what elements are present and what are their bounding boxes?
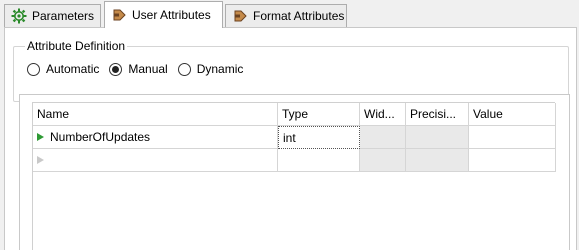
new-row-indicator-icon bbox=[37, 156, 44, 164]
attribute-name-cell[interactable] bbox=[33, 149, 278, 172]
attribute-type-value: int bbox=[283, 130, 296, 145]
column-header-type[interactable]: Type bbox=[278, 103, 360, 126]
attribute-icon bbox=[232, 8, 248, 24]
radio-automatic[interactable]: Automatic bbox=[27, 62, 99, 76]
table-row-new bbox=[33, 149, 556, 172]
tab-bar: Parameters User Attributes Format Attrib… bbox=[0, 0, 579, 28]
table-header-row: Name Type Wid... Precisi... Value bbox=[33, 103, 556, 126]
column-header-value[interactable]: Value bbox=[469, 103, 556, 126]
radio-dynamic-label: Dynamic bbox=[196, 62, 244, 76]
user-attributes-panel: Attribute Definition Automatic Manual Dy… bbox=[4, 27, 577, 250]
attribute-icon bbox=[111, 7, 127, 23]
tab-parameters[interactable]: Parameters bbox=[4, 4, 101, 27]
attribute-name-cell[interactable]: NumberOfUpdates bbox=[33, 126, 278, 149]
attributes-table: Name Type Wid... Precisi... Value Number… bbox=[32, 102, 556, 250]
attribute-type-cell[interactable] bbox=[278, 149, 360, 172]
attribute-definition-legend: Attribute Definition bbox=[25, 39, 128, 53]
attribute-value-cell[interactable] bbox=[469, 126, 556, 149]
radio-dynamic-circle[interactable] bbox=[177, 62, 191, 76]
tab-format-attributes[interactable]: Format Attributes bbox=[225, 4, 347, 27]
column-header-width[interactable]: Wid... bbox=[360, 103, 406, 126]
tab-user-attributes-label: User Attributes bbox=[132, 8, 211, 22]
row-indicator-icon bbox=[37, 133, 44, 141]
gear-icon bbox=[11, 8, 27, 24]
radio-manual-label: Manual bbox=[128, 62, 168, 76]
radio-automatic-circle[interactable] bbox=[27, 62, 40, 76]
attribute-type-cell[interactable]: int bbox=[278, 126, 360, 149]
attribute-width-cell bbox=[360, 149, 406, 172]
attribute-width-cell bbox=[360, 126, 406, 149]
attribute-precision-cell bbox=[406, 126, 469, 149]
attribute-value-cell[interactable] bbox=[469, 149, 556, 172]
tab-user-attributes[interactable]: User Attributes bbox=[104, 1, 223, 28]
radio-manual-circle[interactable] bbox=[109, 62, 123, 76]
attribute-precision-cell bbox=[406, 149, 469, 172]
radio-manual[interactable]: Manual bbox=[109, 62, 168, 76]
column-header-precision[interactable]: Precisi... bbox=[406, 103, 469, 126]
column-header-name[interactable]: Name bbox=[33, 103, 278, 126]
radio-dynamic[interactable]: Dynamic bbox=[177, 62, 244, 76]
table-row: NumberOfUpdates int bbox=[33, 126, 556, 149]
attribute-name-value: NumberOfUpdates bbox=[50, 130, 151, 144]
attributes-table-container: Name Type Wid... Precisi... Value Number… bbox=[19, 94, 570, 250]
tab-parameters-label: Parameters bbox=[32, 9, 95, 23]
attribute-definition-options: Automatic Manual Dynamic bbox=[27, 62, 253, 76]
radio-automatic-label: Automatic bbox=[46, 62, 100, 76]
tab-format-attributes-label: Format Attributes bbox=[253, 9, 345, 23]
